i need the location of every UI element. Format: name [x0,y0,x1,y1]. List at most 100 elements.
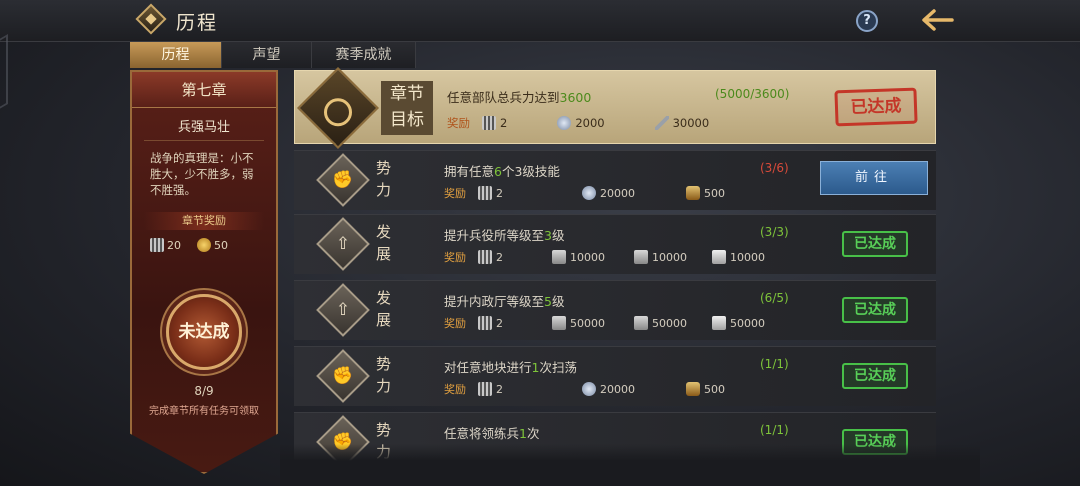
title-emblem-icon [135,3,167,35]
task-description: 提升内政厅等级至5级 [444,291,564,310]
chapter-progress: 8/9 [194,384,214,398]
silver-coin-icon [557,116,572,130]
fist-icon: ✊ [316,153,370,207]
goal-reward-value: 2 [500,116,508,130]
chapter-reward-value: 20 [167,238,181,252]
troop-icon [150,238,164,252]
chapter-status-medal[interactable]: 未达成 [166,294,242,370]
task-desc-highlight: 5 [544,294,552,309]
task-progress: (3/3) [760,225,789,239]
fist-icon: ✊ [316,349,370,403]
task-progress: (6/5) [760,291,789,305]
task-reward-item: 10000 [634,250,712,264]
task-row: ⇧ 发展 提升兵役所等级至3级 (3/3) 奖励 2 10000 10000 1… [294,214,936,274]
chapter-description: 战争的真理是：小不胜大，少不胜多，弱不胜强。 [150,151,254,197]
reward-label: 奖励 [444,251,466,264]
completed-stamp[interactable]: 已达成 [842,363,908,389]
tab-history[interactable]: 历程 [130,42,222,68]
task-desc-highlight: 1 [519,426,527,441]
completed-stamp[interactable]: 已达成 [842,297,908,323]
shield-icon [686,382,700,396]
arrow-up-icon: ⇧ [316,217,370,271]
reward-label: 奖励 [447,116,470,130]
task-reward-value: 10000 [652,250,687,264]
task-row: ✊ 势力 拥有任意6个3级技能 (3/6) 奖励 2 20000 500 前往 [294,150,936,210]
goal-completed-stamp: 已达成 [834,87,918,127]
task-reward-value: 500 [704,382,725,396]
left-edge-decoration [0,33,8,113]
feather-icon [654,116,669,130]
go-button[interactable]: 前往 [820,161,928,195]
task-reward-list: 奖励 2 20000 500 [444,381,725,397]
gold-coin-icon [197,238,211,252]
chapter-reward-list: 20 50 [150,238,270,252]
task-desc-prefix: 提升兵役所等级至 [444,228,545,243]
goal-label-line2: 目标 [390,110,424,130]
task-desc-prefix: 提升内政厅等级至 [444,294,545,309]
task-progress: (1/1) [760,423,789,437]
reward-label: 奖励 [444,187,466,200]
completed-stamp[interactable]: 已达成 [842,231,908,257]
reward-label: 奖励 [444,317,466,330]
stone-icon [552,250,566,264]
task-desc-suffix: 级 [551,228,565,243]
troop-icon [478,186,492,200]
troop-icon [478,250,492,264]
task-reward-value: 2 [496,250,503,264]
goal-task-text: 任意部队总兵力达到3600 [447,87,591,106]
task-desc-suffix: 次 [526,426,540,441]
task-reward-value: 2 [496,186,503,200]
goal-reward-value: 30000 [672,116,710,130]
shield-icon [686,186,700,200]
top-bar: 历程 ? [0,0,1080,42]
task-reward-item: 10000 [712,250,765,264]
task-reward-value: 20000 [600,382,635,396]
list-fade-mask [280,444,980,486]
task-row: ✊ 势力 对任意地块进行1次扫荡 (1/1) 奖励 2 20000 500 已达… [294,346,936,406]
task-category: 发展 [376,223,392,263]
task-desc-prefix: 拥有任意 [444,164,495,179]
task-reward-value: 10000 [570,250,605,264]
task-reward-value: 2 [496,382,503,396]
task-description: 拥有任意6个3级技能 [444,161,560,180]
iron-icon [712,250,726,264]
goal-progress: (5000/3600) [715,87,790,101]
goal-reward-item: 2 [482,116,507,130]
task-reward-item: 50000 [552,316,634,330]
chapter-reward-title: 章节奖励 [144,212,264,230]
troop-icon [482,116,496,130]
task-reward-value: 500 [704,186,725,200]
chapter-reward-item: 50 [197,238,228,252]
task-reward-item: 50000 [634,316,712,330]
help-button[interactable]: ? [856,10,878,32]
back-arrow-icon[interactable] [918,6,956,34]
task-desc-prefix: 任意将领练兵 [444,426,520,441]
ore-icon [634,250,648,264]
task-reward-item: 500 [686,186,725,200]
chapter-number: 第七章 [132,72,276,108]
goal-reward-value: 2000 [575,116,605,130]
task-reward-item: 20000 [582,186,686,200]
task-reward-item: 500 [686,382,725,396]
task-category: 势力 [376,159,392,199]
task-reward-item: 2 [478,186,582,200]
tab-season-achievements[interactable]: 赛季成就 [312,42,416,68]
iron-icon [712,316,726,330]
task-reward-item: 20000 [582,382,686,396]
chapter-progress-note: 完成章节所有任务可领取 [149,406,259,417]
task-desc-highlight: 6 [494,164,502,179]
goal-label-line1: 章节 [390,84,424,104]
goal-label: 章节 目标 [381,81,433,135]
chapter-panel: 第七章 兵强马壮 战争的真理是：小不胜大，少不胜多，弱不胜强。 章节奖励 20 … [130,70,278,474]
silver-coin-icon [582,382,596,396]
tab-reputation[interactable]: 声望 [222,42,312,68]
task-desc-highlight: 3 [544,228,552,243]
ore-icon [634,316,648,330]
page-title: 历程 [176,12,219,34]
arrow-up-icon: ⇧ [316,283,370,337]
task-reward-list: 奖励 2 20000 500 [444,185,725,201]
goal-reward-list: 奖励 2 2000 30000 [447,115,759,131]
task-reward-value: 50000 [570,316,605,330]
troop-icon [478,316,492,330]
silver-coin-icon [582,186,596,200]
